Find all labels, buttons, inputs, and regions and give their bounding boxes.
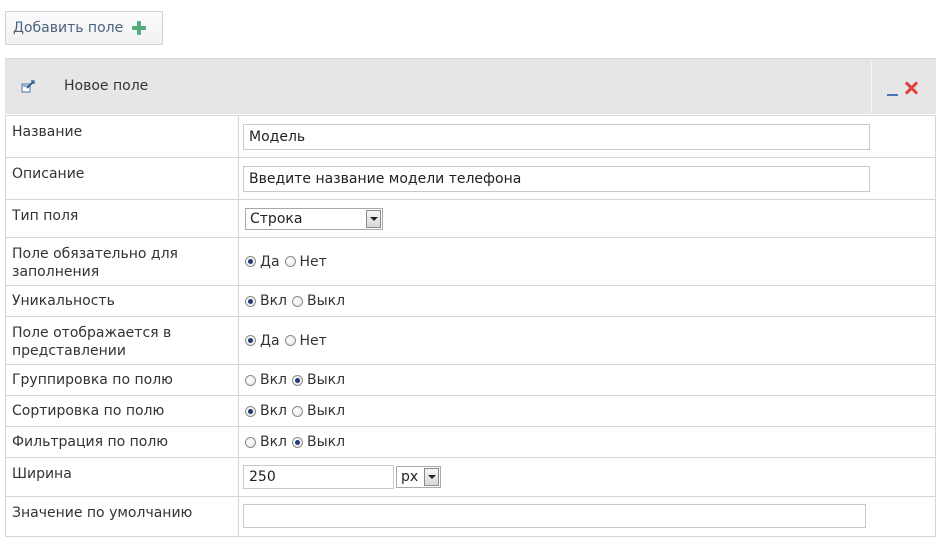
table-row: Название [5, 115, 936, 158]
shown-label: Поле отображается в представлении [5, 316, 239, 365]
field-properties-table: Название Описание Тип поля Строка Поле о… [5, 115, 936, 537]
description-label: Описание [5, 157, 239, 200]
plus-icon [132, 21, 147, 35]
close-icon[interactable] [905, 81, 919, 95]
width-unit-select[interactable]: px [396, 466, 441, 488]
width-label: Ширина [5, 457, 239, 497]
edit-field-icon [21, 80, 35, 93]
field-panel-header: Новое поле [5, 58, 936, 114]
required-no-radio[interactable]: Нет [284, 254, 327, 270]
table-row: Сортировка по полю Вкл Выкл [5, 395, 936, 427]
type-label: Тип поля [5, 199, 239, 238]
table-row: Тип поля Строка [5, 199, 936, 238]
minimize-icon[interactable] [887, 94, 898, 96]
chevron-down-icon [424, 468, 439, 486]
unique-on-radio[interactable]: Вкл [245, 293, 287, 309]
width-unit-value: px [401, 469, 419, 485]
name-label: Название [5, 115, 239, 158]
filtering-off-radio[interactable]: Выкл [292, 434, 345, 450]
grouping-on-radio[interactable]: Вкл [245, 372, 287, 388]
required-label: Поле обязательно для заполнения [5, 237, 239, 286]
name-input[interactable] [243, 124, 870, 150]
field-type-value: Строка [250, 211, 303, 227]
add-field-label: Добавить поле [13, 20, 124, 36]
table-row: Поле обязательно для заполнения Да Нет [5, 237, 936, 286]
table-row: Фильтрация по полю Вкл Выкл [5, 426, 936, 458]
filtering-on-radio[interactable]: Вкл [245, 434, 287, 450]
panel-title: Новое поле [64, 78, 149, 94]
sorting-label: Сортировка по полю [5, 395, 239, 427]
table-row: Ширина px [5, 457, 936, 497]
grouping-off-radio[interactable]: Выкл [292, 372, 345, 388]
required-yes-radio[interactable]: Да [245, 254, 280, 270]
unique-off-radio[interactable]: Выкл [292, 293, 345, 309]
width-input[interactable] [243, 465, 394, 489]
grouping-label: Группировка по полю [5, 364, 239, 396]
sorting-on-radio[interactable]: Вкл [245, 403, 287, 419]
table-row: Значение по умолчанию [5, 496, 936, 537]
table-row: Поле отображается в представлении Да Нет [5, 316, 936, 365]
unique-label: Уникальность [5, 285, 239, 317]
shown-no-radio[interactable]: Нет [284, 333, 327, 349]
add-field-button[interactable]: Добавить поле [5, 11, 163, 45]
table-row: Уникальность Вкл Выкл [5, 285, 936, 317]
description-input[interactable] [243, 166, 870, 192]
table-row: Группировка по полю Вкл Выкл [5, 364, 936, 396]
sorting-off-radio[interactable]: Выкл [292, 403, 345, 419]
shown-yes-radio[interactable]: Да [245, 333, 280, 349]
default-value-input[interactable] [243, 504, 866, 528]
filtering-label: Фильтрация по полю [5, 426, 239, 458]
field-type-select[interactable]: Строка [245, 208, 383, 230]
header-divider [871, 61, 872, 113]
default-value-label: Значение по умолчанию [5, 496, 239, 537]
chevron-down-icon [366, 210, 381, 228]
table-row: Описание [5, 157, 936, 200]
